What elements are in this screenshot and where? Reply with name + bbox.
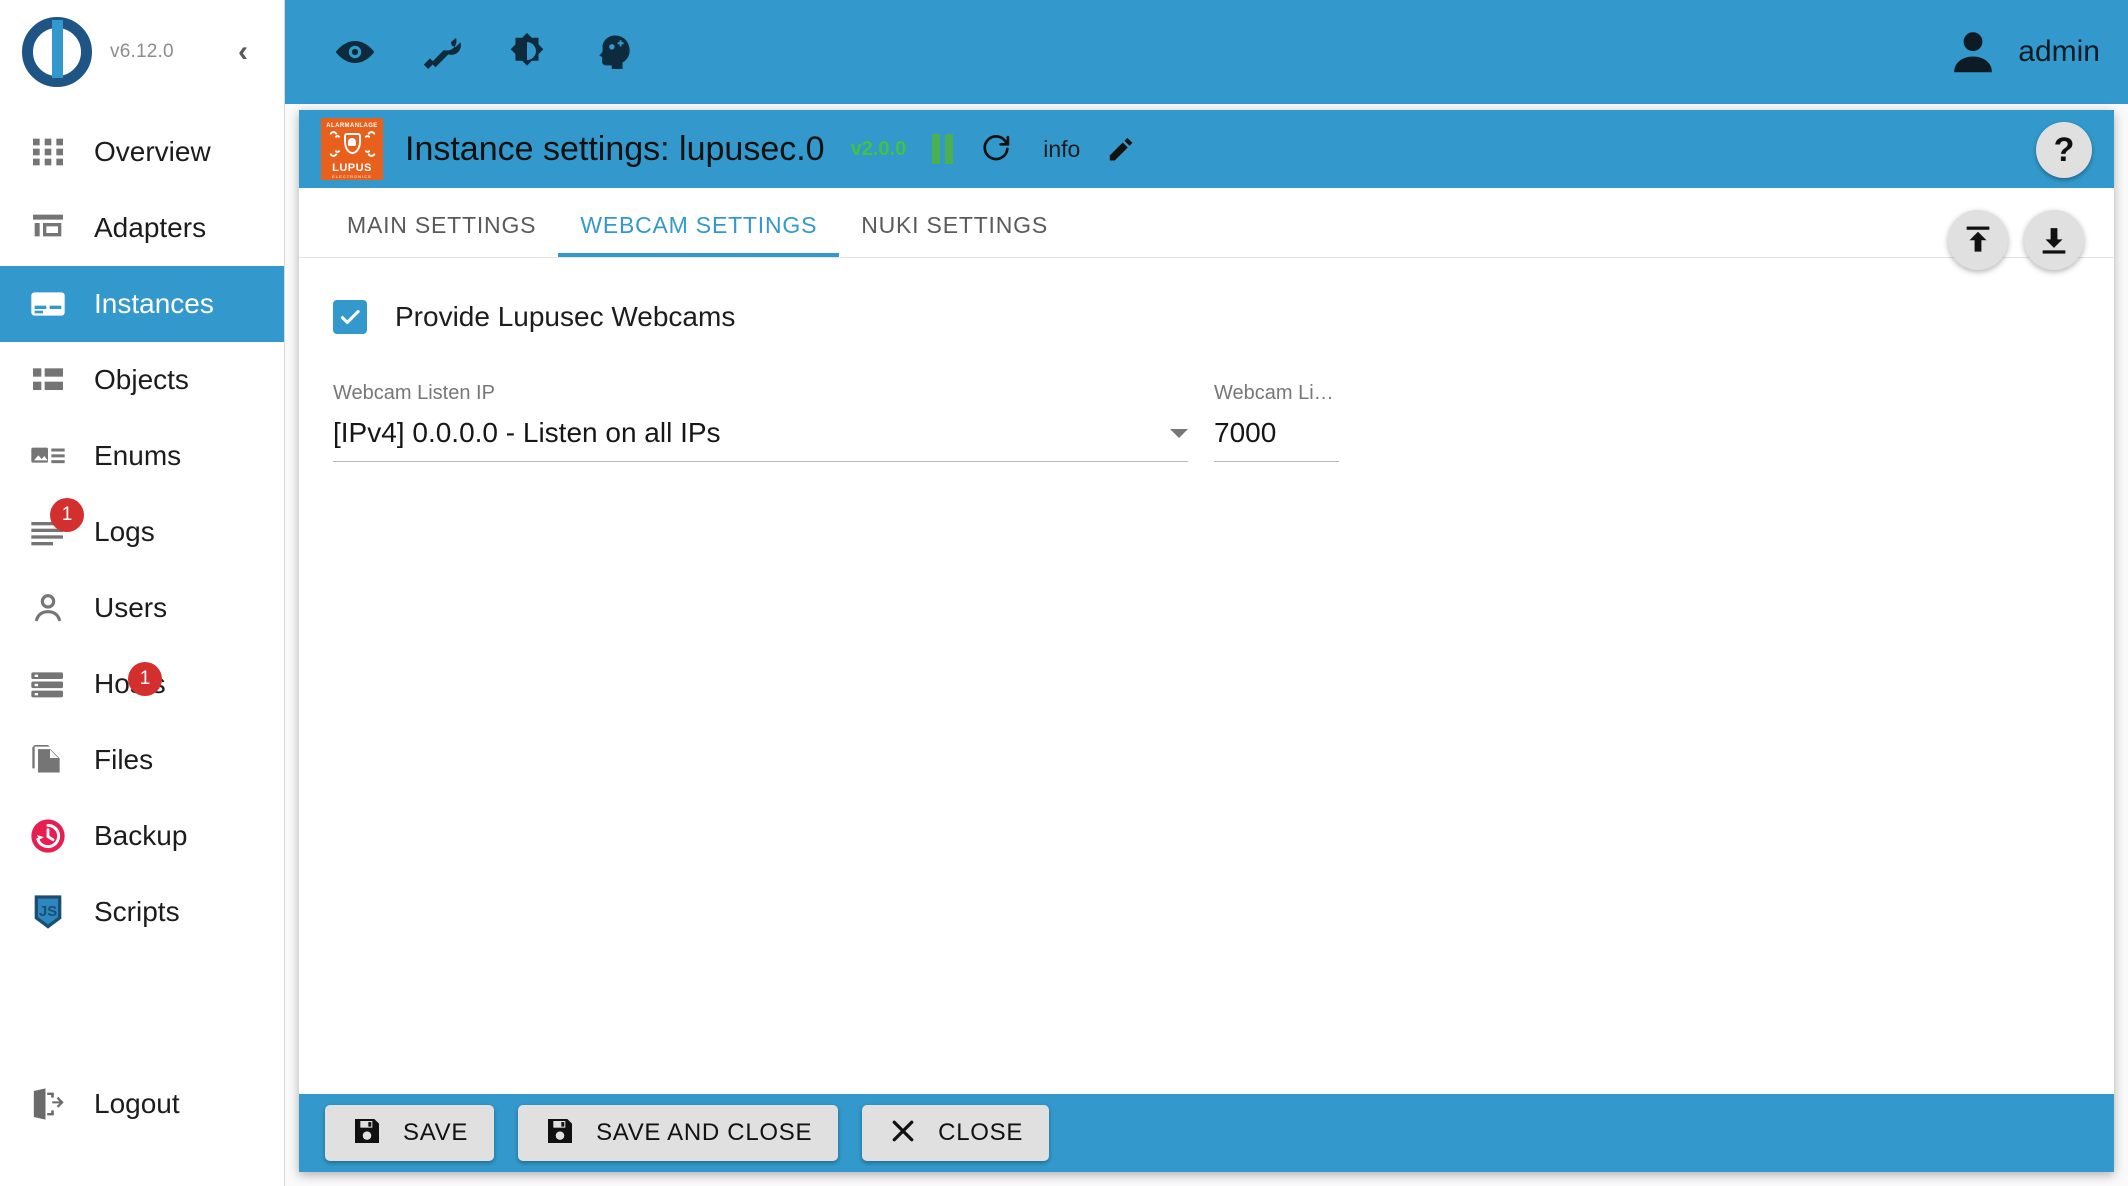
info-link[interactable]: info <box>1043 136 1080 163</box>
settings-tabs: MAIN SETTINGS WEBCAM SETTINGS NUKI SETTI… <box>299 188 2114 258</box>
lupus-top-text: ALARMANLAGE <box>326 123 378 129</box>
sidebar-item-logs[interactable]: 1 Logs <box>0 494 284 570</box>
logout-icon <box>28 1082 72 1126</box>
sidebar-item-hosts[interactable]: Hosts 1 <box>0 646 284 722</box>
sidebar-item-label: Backup <box>94 820 188 851</box>
dialog-body: MAIN SETTINGS WEBCAM SETTINGS NUKI SETTI… <box>299 188 2114 1094</box>
sidebar-item-objects[interactable]: Objects <box>0 342 284 418</box>
pause-icon[interactable] <box>932 134 954 164</box>
username-label: admin <box>2018 35 2100 68</box>
sidebar-item-label: Users <box>94 592 168 623</box>
provide-webcams-row: Provide Lupusec Webcams <box>333 300 2080 334</box>
provide-webcams-label: Provide Lupusec Webcams <box>395 301 736 332</box>
svg-text:JS: JS <box>39 903 57 920</box>
user-menu[interactable]: admin <box>1946 25 2100 79</box>
sidebar-item-users[interactable]: Users <box>0 570 284 646</box>
enums-icon <box>28 434 72 478</box>
main-area: admin ALARMANLAGE LUPUS ELECTRONICS Inst… <box>285 0 2128 1186</box>
sidebar: v6.12.0 ‹ Overview Adapters Instances Ob… <box>0 0 285 1186</box>
chevron-down-icon[interactable] <box>1170 428 1188 438</box>
user-icon <box>28 586 72 630</box>
save-button[interactable]: SAVE <box>325 1105 495 1161</box>
webcam-listen-ip-value: [IPv4] 0.0.0.0 - Listen on all IPs <box>333 417 721 448</box>
download-icon[interactable] <box>2024 210 2084 270</box>
adapter-version: v2.0.0 <box>850 137 907 160</box>
save-icon <box>544 1115 576 1152</box>
sidebar-item-label: Adapters <box>94 212 207 243</box>
webcam-listen-port-label: Webcam Li… <box>1214 382 1334 404</box>
refresh-icon[interactable] <box>979 132 1013 166</box>
sidebar-item-instances[interactable]: Instances <box>0 266 284 342</box>
toolbar-icon-group <box>333 30 635 74</box>
webcam-listen-port-field: Webcam Li… 7000 <box>1214 382 1339 462</box>
webcam-listen-ip-label: Webcam Listen IP <box>333 382 495 404</box>
sidebar-item-label: Logs <box>94 516 155 547</box>
chevron-left-icon[interactable]: ‹ <box>228 37 258 68</box>
lupus-sub-text: ELECTRONICS <box>332 174 372 179</box>
provide-webcams-checkbox[interactable] <box>333 300 367 334</box>
sidebar-item-label: Logout <box>94 1088 180 1119</box>
status-badge: 1 <box>50 498 84 532</box>
webcam-listen-port-input[interactable]: 7000 <box>1214 417 1339 462</box>
help-button[interactable]: ? <box>2036 122 2092 178</box>
app-root: v6.12.0 ‹ Overview Adapters Instances Ob… <box>0 0 2128 1186</box>
save-icon <box>351 1115 383 1152</box>
wrench-icon[interactable] <box>419 30 463 74</box>
sidebar-item-enums[interactable]: Enums <box>0 418 284 494</box>
eye-icon[interactable] <box>333 30 377 74</box>
instances-icon <box>28 282 72 326</box>
save-and-close-button-label: SAVE AND CLOSE <box>596 1119 813 1146</box>
sidebar-item-backup[interactable]: Backup <box>0 798 284 874</box>
instance-settings-dialog: ALARMANLAGE LUPUS ELECTRONICS Instance s… <box>299 110 2114 1172</box>
page-title: Instance settings: lupusec.0 <box>405 129 825 168</box>
import-export-fabs <box>1948 210 2084 270</box>
grid-icon <box>28 130 72 174</box>
field-row: Webcam Listen IP [IPv4] 0.0.0.0 - Listen… <box>333 382 2080 462</box>
save-button-label: SAVE <box>403 1119 469 1146</box>
backup-restore-icon <box>28 814 72 858</box>
sidebar-item-files[interactable]: Files <box>0 722 284 798</box>
lupusec-logo-icon: ALARMANLAGE LUPUS ELECTRONICS <box>321 118 383 180</box>
sidebar-item-label: Instances <box>94 288 214 319</box>
sidebar-item-scripts[interactable]: JS Scripts <box>0 874 284 950</box>
save-and-close-button[interactable]: SAVE AND CLOSE <box>518 1105 839 1161</box>
close-button-label: CLOSE <box>938 1119 1024 1146</box>
javascript-icon: JS <box>28 890 72 934</box>
dialog-header: ALARMANLAGE LUPUS ELECTRONICS Instance s… <box>299 110 2114 188</box>
brightness-icon[interactable] <box>505 30 549 74</box>
iobroker-logo-icon <box>22 17 92 87</box>
sidebar-item-label: Enums <box>94 440 182 471</box>
top-toolbar: admin <box>285 0 2128 104</box>
app-version: v6.12.0 <box>110 41 174 62</box>
sidebar-item-adapters[interactable]: Adapters <box>0 190 284 266</box>
tab-main-settings[interactable]: MAIN SETTINGS <box>325 212 558 257</box>
pencil-icon[interactable] <box>1106 134 1136 164</box>
sidebar-item-logout[interactable]: Logout <box>0 1066 284 1142</box>
server-icon <box>28 662 72 706</box>
lupus-brand-text: LUPUS <box>332 162 372 174</box>
sidebar-item-overview[interactable]: Overview <box>0 114 284 190</box>
tab-nuki-settings[interactable]: NUKI SETTINGS <box>839 212 1070 257</box>
list-icon <box>28 358 72 402</box>
webcam-settings-form: Provide Lupusec Webcams Webcam Listen IP… <box>299 258 2114 462</box>
sidebar-header: v6.12.0 ‹ <box>0 0 284 104</box>
psychology-icon[interactable] <box>591 30 635 74</box>
account-circle-icon <box>1946 25 2000 79</box>
dialog-footer: SAVE SAVE AND CLOSE CLOSE <box>299 1094 2114 1172</box>
sidebar-item-label: Overview <box>94 136 211 167</box>
files-icon <box>28 738 72 782</box>
webcam-listen-ip-select[interactable]: [IPv4] 0.0.0.0 - Listen on all IPs <box>333 417 1188 462</box>
sidebar-flex-spacer <box>0 950 284 1066</box>
close-icon <box>888 1116 918 1151</box>
status-badge: 1 <box>128 662 162 696</box>
upload-icon[interactable] <box>1948 210 2008 270</box>
sidebar-item-label: Objects <box>94 364 189 395</box>
sidebar-nav: Overview Adapters Instances Objects Enum… <box>0 114 284 950</box>
close-button[interactable]: CLOSE <box>862 1105 1050 1161</box>
store-icon <box>28 206 72 250</box>
webcam-listen-ip-field: Webcam Listen IP [IPv4] 0.0.0.0 - Listen… <box>333 382 1188 462</box>
sidebar-item-label: Scripts <box>94 896 180 927</box>
sidebar-item-label: Files <box>94 744 154 775</box>
tab-webcam-settings[interactable]: WEBCAM SETTINGS <box>558 212 840 257</box>
